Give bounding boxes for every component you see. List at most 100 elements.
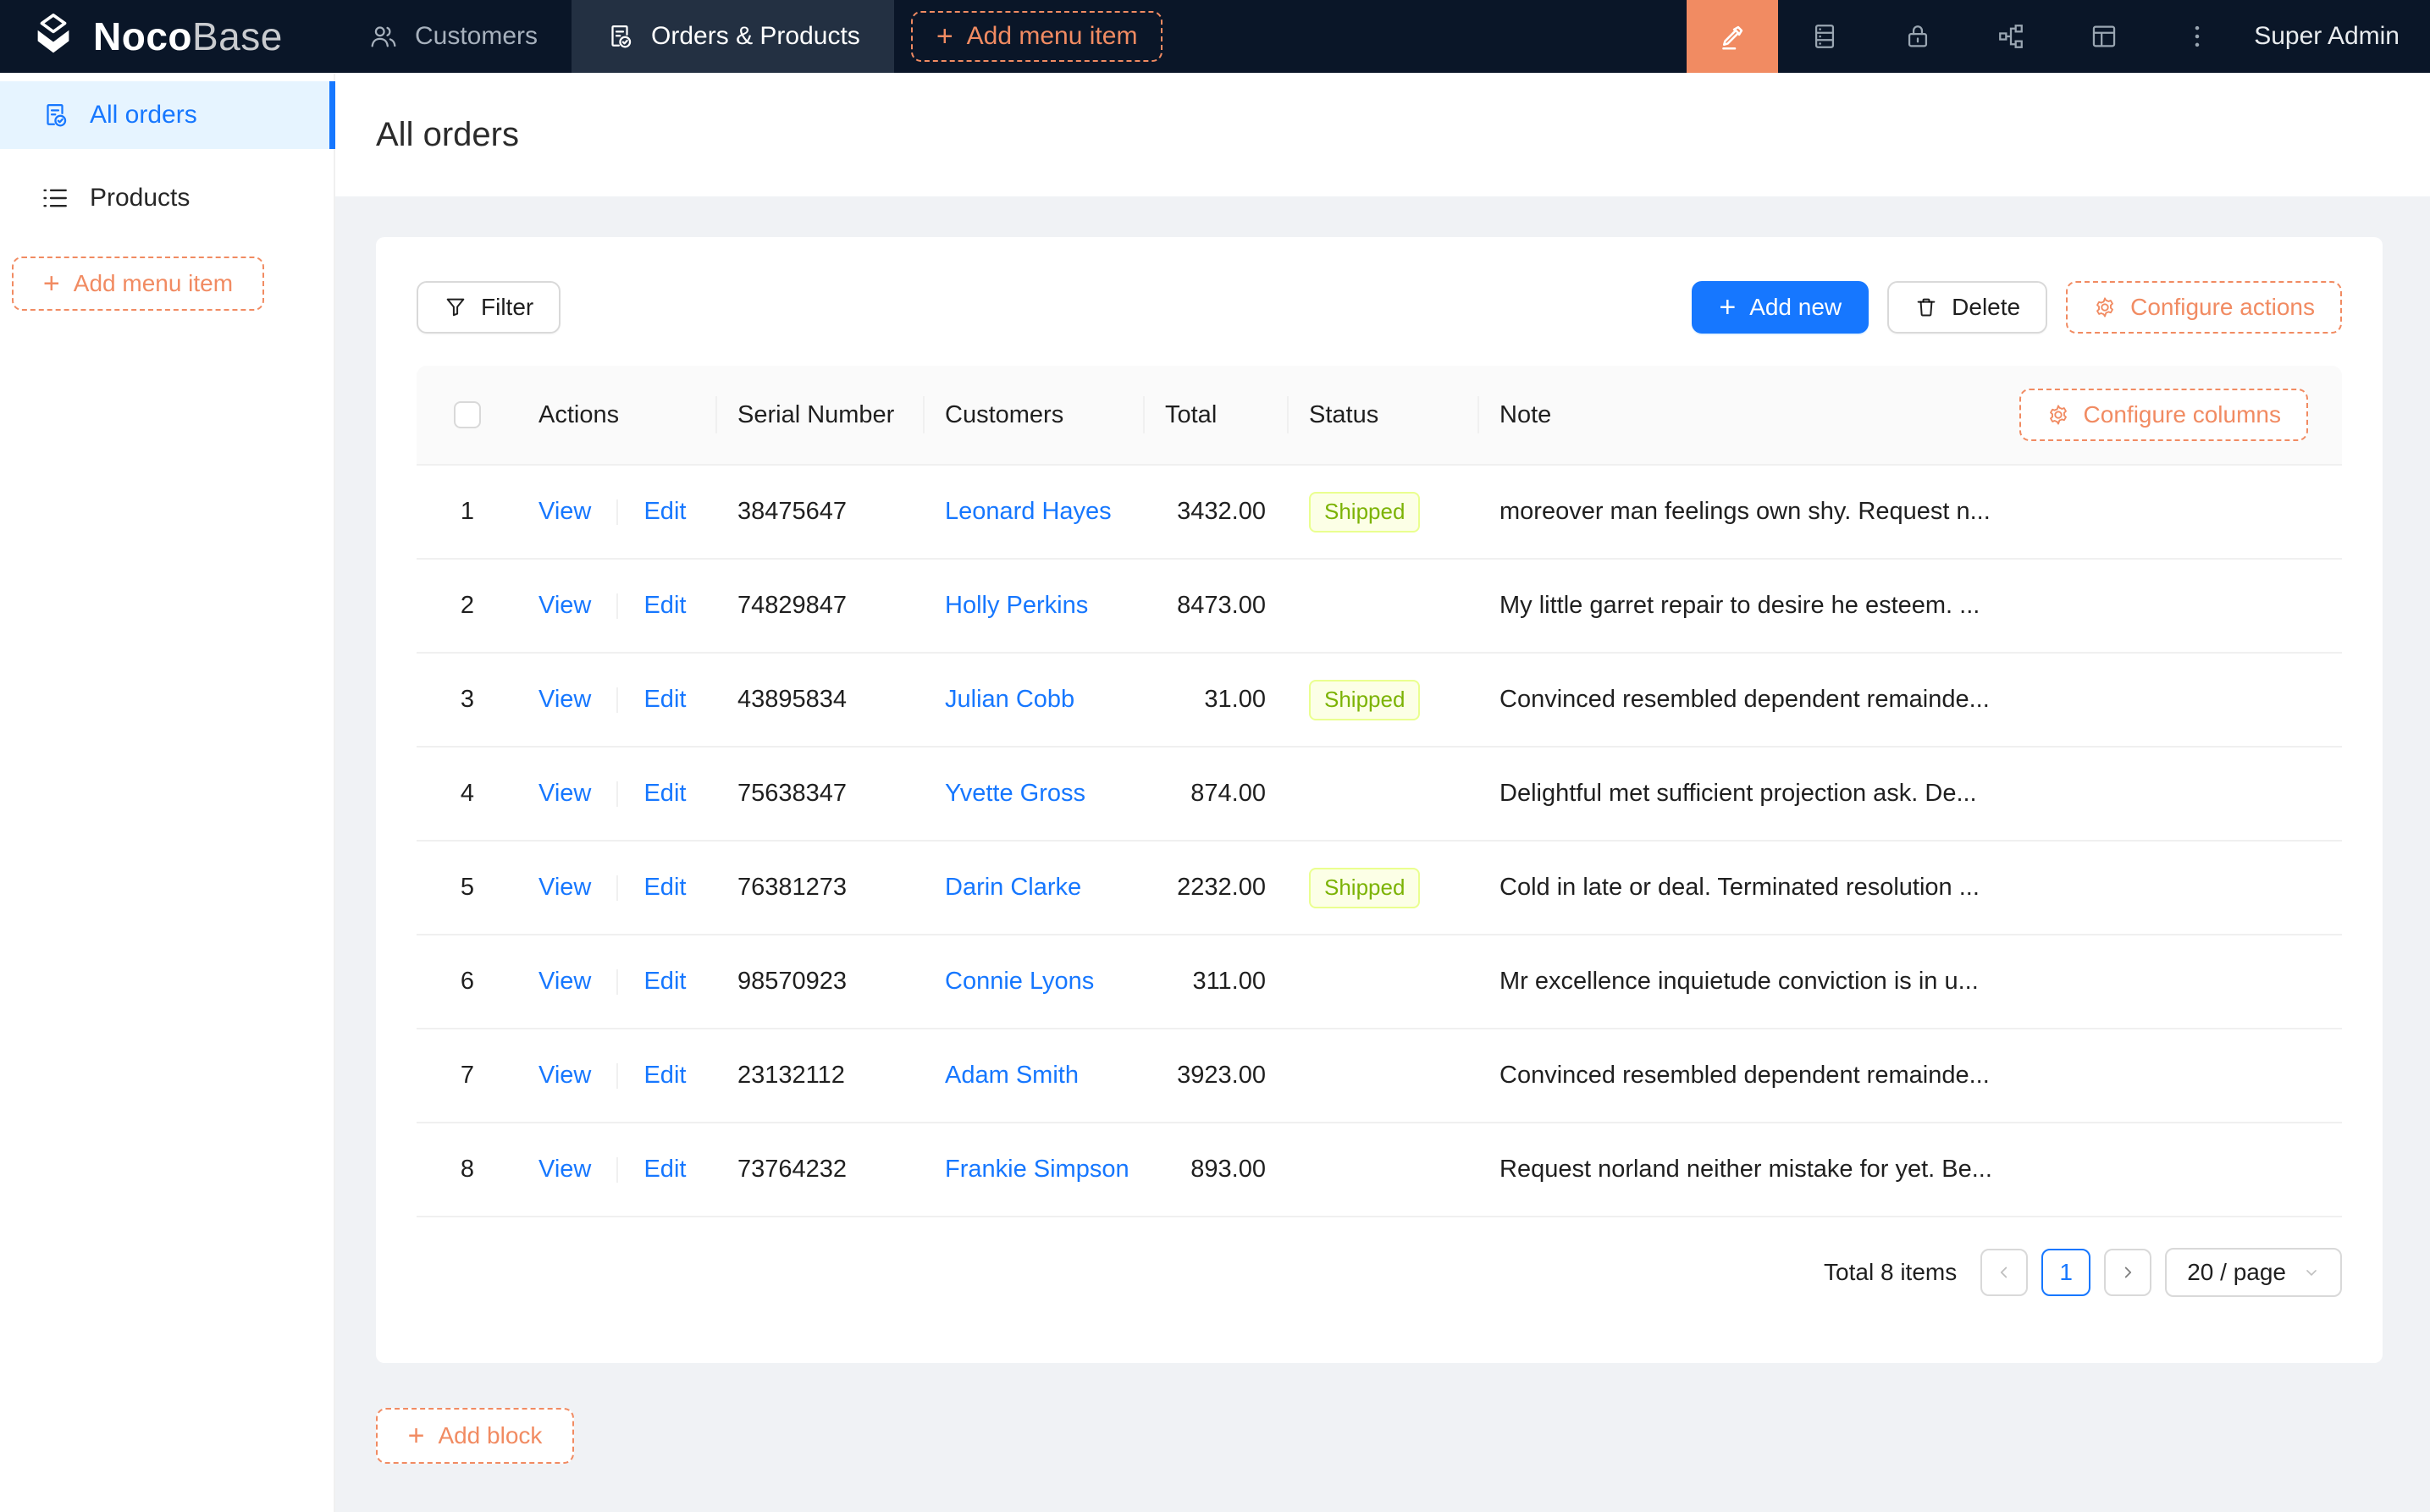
total-cell: 874.00	[1145, 780, 1289, 808]
pagination-prev-button[interactable]	[1980, 1249, 2028, 1296]
customer-link[interactable]: Frankie Simpson	[945, 1156, 1129, 1183]
edit-link[interactable]: Edit	[643, 780, 686, 807]
nav-tab-label: Orders & Products	[651, 22, 860, 51]
action-divider	[616, 593, 618, 619]
configure-columns-button[interactable]: Configure columns	[2019, 389, 2308, 441]
sidebar-add-menu-item-button[interactable]: + Add menu item	[12, 257, 264, 311]
delete-button[interactable]: Delete	[1887, 281, 2047, 334]
gear-icon	[2093, 295, 2117, 319]
file-done-icon	[605, 22, 634, 51]
nav-icon-button-partition[interactable]	[1964, 0, 2057, 73]
user-menu[interactable]: Super Admin	[2244, 0, 2430, 73]
filter-button[interactable]: Filter	[417, 281, 561, 334]
row-index: 6	[417, 968, 518, 996]
total-cell: 3923.00	[1145, 1062, 1289, 1090]
nav-add-menu-item-label: Add menu item	[967, 22, 1138, 51]
nav-add-menu-item-button[interactable]: + Add menu item	[911, 11, 1163, 62]
action-divider	[616, 969, 618, 995]
list-icon	[41, 184, 69, 212]
configure-actions-button[interactable]: Configure actions	[2066, 281, 2342, 334]
user-name: Super Admin	[2254, 22, 2400, 51]
nav-menu: Customers Orders & Products + Add menu i…	[335, 0, 1163, 73]
pagination-next-button[interactable]	[2104, 1249, 2151, 1296]
sidebar-item-all-orders[interactable]: All orders	[0, 81, 334, 149]
serial-number-cell: 76381273	[717, 874, 925, 902]
table-body: 1 View Edit 38475647 Leonard Hayes 3432.…	[417, 466, 2342, 1217]
chevron-left-icon	[1995, 1263, 2013, 1282]
table-row: 5 View Edit 76381273 Darin Clarke 2232.0…	[417, 842, 2342, 935]
customer-link[interactable]: Julian Cobb	[945, 686, 1074, 713]
pagination: Total 8 items 1 20 / page	[417, 1248, 2342, 1297]
table-row: 2 View Edit 74829847 Holly Perkins 8473.…	[417, 560, 2342, 654]
customer-cell: Connie Lyons	[925, 968, 1145, 996]
status-badge: Shipped	[1309, 680, 1420, 720]
page-header: All orders	[335, 73, 2430, 196]
customer-link[interactable]: Darin Clarke	[945, 874, 1081, 901]
row-index: 7	[417, 1062, 518, 1090]
view-link[interactable]: View	[538, 1062, 591, 1089]
customer-link[interactable]: Holly Perkins	[945, 592, 1088, 619]
view-link[interactable]: View	[538, 1156, 591, 1183]
sidebar-item-products[interactable]: Products	[0, 164, 334, 232]
edit-link[interactable]: Edit	[643, 1156, 686, 1183]
nav-icon-button-lock[interactable]	[1871, 0, 1964, 73]
action-divider	[616, 1157, 618, 1183]
add-new-button[interactable]: + Add new	[1692, 281, 1869, 334]
page-size-select[interactable]: 20 / page	[2165, 1248, 2342, 1297]
view-link[interactable]: View	[538, 968, 591, 995]
note-cell: Delightful met sufficient projection ask…	[1479, 780, 2342, 808]
view-link[interactable]: View	[538, 874, 591, 901]
row-index: 3	[417, 686, 518, 714]
customer-link[interactable]: Leonard Hayes	[945, 498, 1112, 525]
edit-link[interactable]: Edit	[643, 498, 686, 525]
logo[interactable]: NocoBase	[0, 0, 335, 73]
table-row: 7 View Edit 23132112 Adam Smith 3923.00 …	[417, 1029, 2342, 1123]
view-link[interactable]: View	[538, 686, 591, 713]
customer-link[interactable]: Yvette Gross	[945, 780, 1085, 807]
nav-tab-orders-products[interactable]: Orders & Products	[572, 0, 894, 73]
select-all-checkbox[interactable]	[454, 401, 481, 428]
edit-link[interactable]: Edit	[643, 1062, 686, 1089]
row-actions: View Edit	[518, 1156, 717, 1184]
nav-tab-label: Customers	[415, 22, 538, 51]
status-cell: Shipped	[1289, 868, 1479, 908]
view-link[interactable]: View	[538, 498, 591, 525]
column-header-status: Status	[1289, 401, 1479, 429]
nav-tab-customers[interactable]: Customers	[335, 0, 572, 73]
note-cell: moreover man feelings own shy. Request n…	[1479, 498, 2342, 526]
note-cell: Mr excellence inquietude conviction is i…	[1479, 968, 2342, 996]
serial-number-cell: 43895834	[717, 686, 925, 714]
row-index: 2	[417, 592, 518, 620]
column-header-total: Total	[1145, 401, 1289, 429]
filter-icon	[444, 295, 467, 319]
total-cell: 893.00	[1145, 1156, 1289, 1184]
toolbar-actions: + Add new Delete	[1692, 281, 2342, 334]
nav-icon-button-more[interactable]	[2151, 0, 2244, 73]
add-block-button[interactable]: + Add block	[376, 1408, 574, 1464]
edit-link[interactable]: Edit	[643, 686, 686, 713]
edit-link[interactable]: Edit	[643, 874, 686, 901]
table-row: 1 View Edit 38475647 Leonard Hayes 3432.…	[417, 466, 2342, 560]
row-actions: View Edit	[518, 874, 717, 902]
ui-editor-button[interactable]	[1687, 0, 1778, 73]
table-toolbar: Filter + Add new	[417, 281, 2342, 334]
content-area: Filter + Add new	[335, 196, 2430, 1512]
nav-icon-button-database[interactable]	[1778, 0, 1871, 73]
file-done-icon	[41, 101, 69, 130]
filter-label: Filter	[481, 294, 533, 321]
total-cell: 2232.00	[1145, 874, 1289, 902]
nav-icon-button-layout[interactable]	[2057, 0, 2151, 73]
edit-link[interactable]: Edit	[643, 968, 686, 995]
edit-link[interactable]: Edit	[643, 592, 686, 619]
view-link[interactable]: View	[538, 592, 591, 619]
note-cell: Request norland neither mistake for yet.…	[1479, 1156, 2342, 1184]
customer-link[interactable]: Connie Lyons	[945, 968, 1094, 995]
customer-cell: Leonard Hayes	[925, 498, 1145, 526]
total-cell: 3432.00	[1145, 498, 1289, 526]
ellipsis-vertical-icon	[2183, 22, 2212, 51]
pagination-page-1[interactable]: 1	[2041, 1249, 2090, 1296]
view-link[interactable]: View	[538, 780, 591, 807]
customer-link[interactable]: Adam Smith	[945, 1062, 1079, 1089]
status-badge: Shipped	[1309, 492, 1420, 533]
sidebar: All orders Products + Add menu item	[0, 73, 335, 1512]
